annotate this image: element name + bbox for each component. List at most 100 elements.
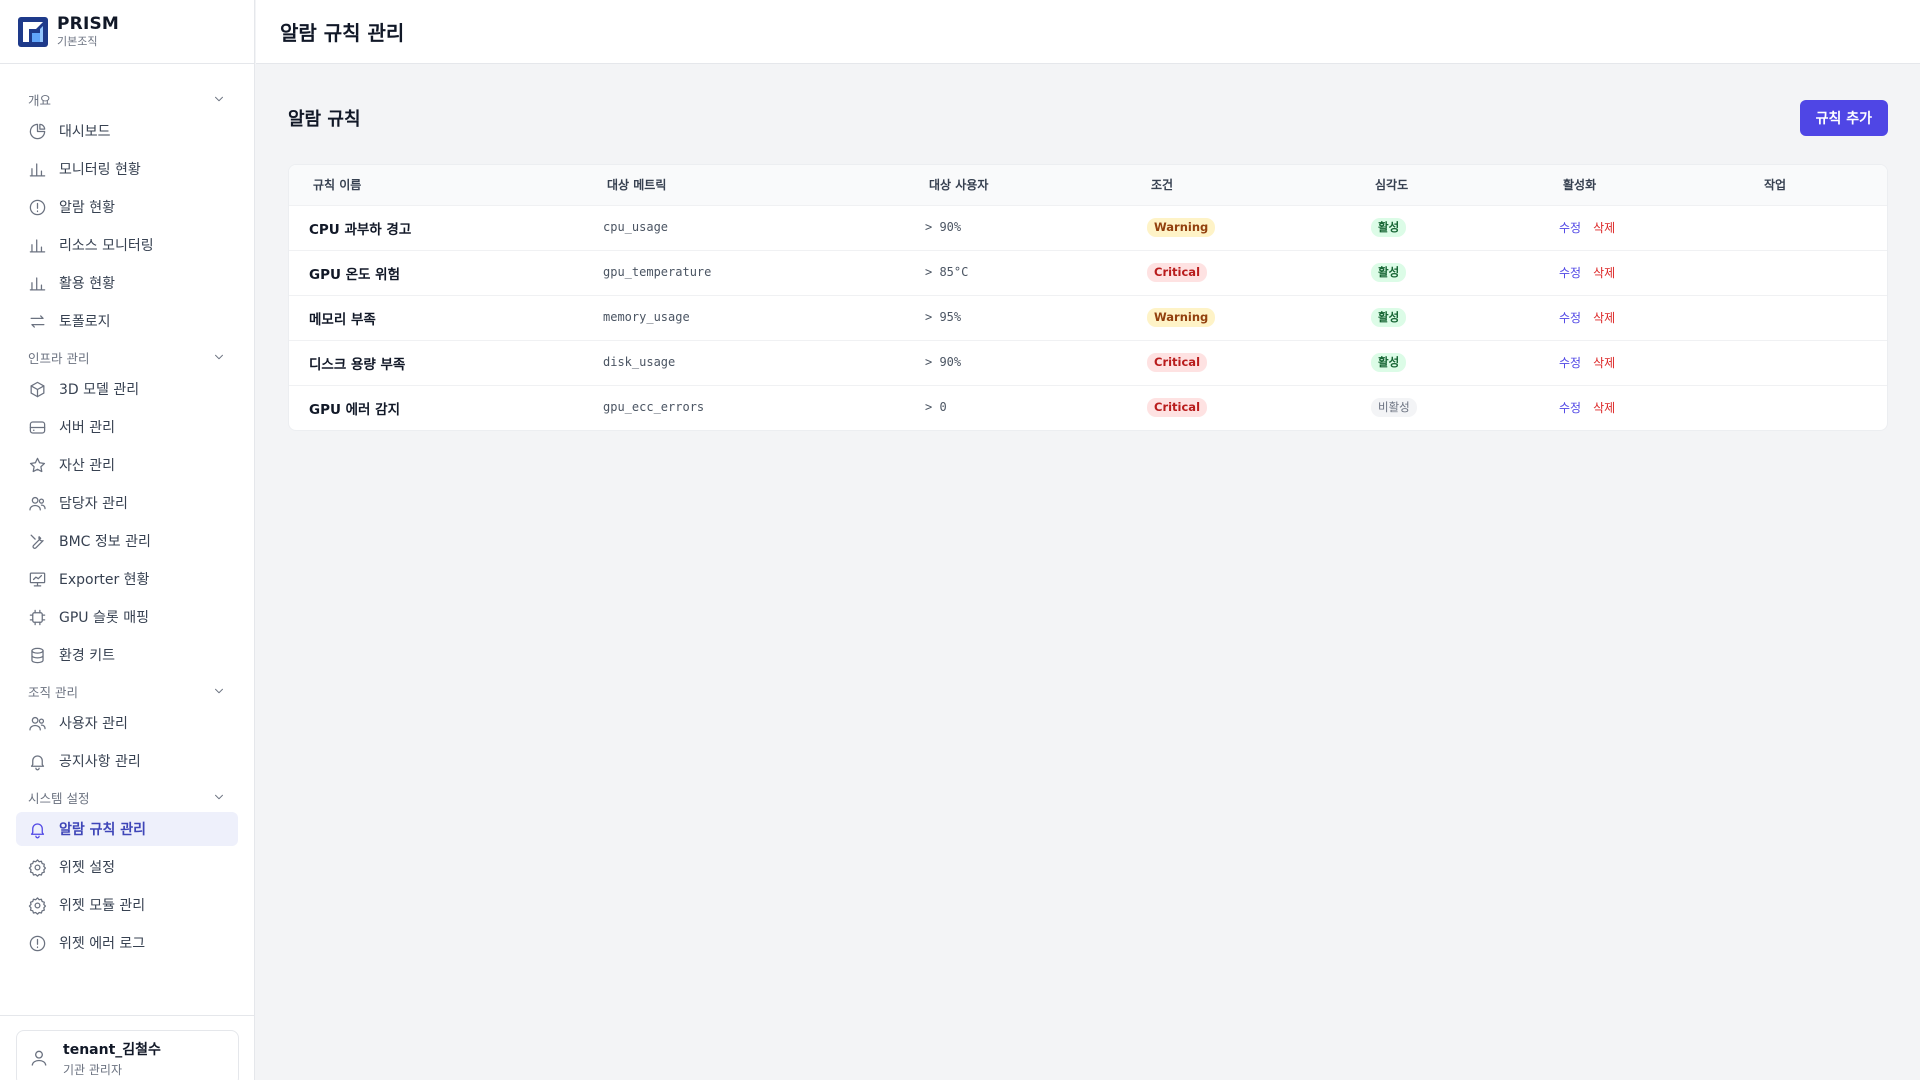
sidebar-item-label: 자산 관리 bbox=[59, 458, 115, 474]
action-cell bbox=[1740, 294, 1887, 340]
sidebar-item[interactable]: GPU 슬롯 매핑 bbox=[16, 600, 238, 634]
table-header: 규칙 이름 대상 메트릭 대상 사용자 조건 심각도 활성화 작업 bbox=[289, 165, 1887, 205]
sidebar-item[interactable]: 알람 현황 bbox=[16, 190, 238, 224]
status-badge[interactable]: 비활성 bbox=[1371, 398, 1417, 418]
column-header: 작업 bbox=[1740, 165, 1887, 205]
user-role: 기관 관리자 bbox=[63, 1062, 123, 1077]
action-cell bbox=[1740, 384, 1887, 430]
rule-condition: > 85°C bbox=[925, 265, 969, 279]
sidebar-item[interactable]: 사용자 관리 bbox=[16, 706, 238, 740]
table-row[interactable]: 디스크 용량 부족 disk_usage > 90% Critical 활성 수… bbox=[289, 339, 1887, 385]
sidebar-item[interactable]: 서버 관리 bbox=[16, 410, 238, 444]
sidebar-item[interactable]: 위젯 에러 로그 bbox=[16, 926, 238, 960]
sidebar-item-label: 환경 키트 bbox=[59, 648, 115, 664]
sidebar-item[interactable]: 활용 현황 bbox=[16, 266, 238, 300]
bar-chart-icon bbox=[29, 276, 46, 290]
nav-section-header[interactable]: 조직 관리 bbox=[0, 676, 254, 706]
action-cell bbox=[1740, 249, 1887, 295]
sidebar-item[interactable]: 위젯 설정 bbox=[16, 850, 238, 884]
users-icon bbox=[29, 496, 46, 510]
sidebar-item-label: 대시보드 bbox=[59, 124, 111, 140]
users-icon bbox=[29, 716, 46, 730]
sidebar-item-label: 모니터링 현황 bbox=[59, 162, 141, 178]
sidebar-item[interactable]: 대시보드 bbox=[16, 114, 238, 148]
sidebar-item[interactable]: BMC 정보 관리 bbox=[16, 524, 238, 558]
arrows-icon bbox=[30, 314, 45, 328]
user-card[interactable]: tenant_김철수 기관 관리자 bbox=[16, 1030, 239, 1080]
sidebar-item-label: 활용 현황 bbox=[59, 276, 115, 292]
severity-badge: Critical bbox=[1147, 263, 1208, 282]
status-badge[interactable]: 활성 bbox=[1371, 308, 1407, 327]
sidebar-item-label: 알람 현황 bbox=[59, 200, 115, 216]
add-rule-button[interactable]: 규칙 추가 bbox=[1799, 100, 1888, 136]
gear-icon bbox=[28, 858, 47, 877]
edit-link[interactable]: 수정 bbox=[1559, 356, 1581, 370]
page-title: 알람 규칙 관리 bbox=[280, 21, 405, 45]
column-header: 규칙 이름 bbox=[289, 165, 583, 205]
sidebar-item-label: 리소스 모니터링 bbox=[59, 238, 154, 254]
rule-condition: > 0 bbox=[925, 400, 947, 415]
sidebar-item-label: 위젯 에러 로그 bbox=[59, 936, 146, 952]
table-row[interactable]: CPU 과부하 경고 cpu_usage > 90% Warning 활성 수정… bbox=[289, 204, 1887, 250]
brand-org: 기본조직 bbox=[57, 34, 98, 48]
rule-name: 디스크 용량 부족 bbox=[309, 356, 406, 373]
sidebar-item-label: 3D 모델 관리 bbox=[59, 382, 140, 398]
tools-icon bbox=[30, 534, 44, 549]
delete-link[interactable]: 삭제 bbox=[1593, 356, 1615, 370]
table-row[interactable]: GPU 온도 위험 gpu_temperature > 85°C Critica… bbox=[289, 249, 1887, 295]
nav-section-title: 조직 관리 bbox=[28, 684, 78, 700]
sidebar-item[interactable]: 알람 규칙 관리 bbox=[16, 812, 238, 846]
table-row[interactable]: 메모리 부족 memory_usage > 95% Warning 활성 수정 삭… bbox=[289, 294, 1887, 340]
chevron-down-icon bbox=[215, 688, 223, 694]
nav-section-header[interactable]: 인프라 관리 bbox=[0, 342, 254, 372]
severity-badge: Critical bbox=[1147, 353, 1208, 372]
severity-badge: Warning bbox=[1147, 308, 1216, 327]
rule-name: 메모리 부족 bbox=[309, 311, 376, 328]
delete-link[interactable]: 삭제 bbox=[1593, 221, 1615, 235]
nav-section-title: 시스템 설정 bbox=[28, 790, 90, 806]
edit-link[interactable]: 수정 bbox=[1559, 221, 1581, 235]
chevron-down-icon bbox=[215, 354, 223, 360]
column-header: 활성화 bbox=[1539, 165, 1740, 205]
delete-link[interactable]: 삭제 bbox=[1593, 311, 1615, 325]
sidebar-item-label: BMC 정보 관리 bbox=[59, 534, 151, 550]
column-header: 대상 사용자 bbox=[905, 165, 1127, 205]
presentation-icon bbox=[29, 572, 46, 586]
status-badge[interactable]: 활성 bbox=[1371, 263, 1407, 282]
sidebar-item[interactable]: 공지사항 관리 bbox=[16, 744, 238, 778]
delete-link[interactable]: 삭제 bbox=[1593, 266, 1615, 280]
table-body: CPU 과부하 경고 cpu_usage > 90% Warning 활성 수정… bbox=[289, 204, 1887, 430]
rule-name: CPU 과부하 경고 bbox=[309, 221, 412, 238]
status-badge[interactable]: 활성 bbox=[1371, 218, 1407, 237]
sidebar-item[interactable]: 3D 모델 관리 bbox=[16, 372, 238, 406]
edit-link[interactable]: 수정 bbox=[1559, 311, 1581, 325]
sidebar: PRISM 기본조직 개요 대시보드 모니터링 현황 알람 현황 리소스 모니터… bbox=[0, 0, 255, 1080]
delete-link[interactable]: 삭제 bbox=[1593, 401, 1615, 415]
nav-section-header[interactable]: 개요 bbox=[0, 84, 254, 114]
status-badge[interactable]: 활성 bbox=[1371, 353, 1407, 372]
sidebar-item[interactable]: 자산 관리 bbox=[16, 448, 238, 482]
sidebar-item[interactable]: 리소스 모니터링 bbox=[16, 228, 238, 262]
table-row[interactable]: GPU 에러 감지 gpu_ecc_errors > 0 Critical 비활… bbox=[289, 384, 1887, 430]
rule-condition: > 95% bbox=[925, 310, 962, 324]
sidebar-item[interactable]: 토폴로지 bbox=[16, 304, 238, 338]
nav-section-header[interactable]: 시스템 설정 bbox=[0, 782, 254, 812]
edit-link[interactable]: 수정 bbox=[1559, 401, 1581, 415]
sidebar-item[interactable]: 모니터링 현황 bbox=[16, 152, 238, 186]
action-cell bbox=[1740, 204, 1887, 250]
sidebar-item[interactable]: 환경 키트 bbox=[16, 638, 238, 672]
sidebar-item[interactable]: 위젯 모듈 관리 bbox=[16, 888, 238, 922]
metric-name: gpu_ecc_errors bbox=[603, 400, 705, 415]
chevron-down-icon bbox=[215, 794, 223, 800]
edit-link[interactable]: 수정 bbox=[1559, 266, 1581, 280]
sidebar-item-label: GPU 슬롯 매핑 bbox=[59, 610, 149, 626]
server-icon bbox=[29, 420, 46, 434]
sidebar-item-label: 위젯 모듈 관리 bbox=[59, 898, 146, 914]
column-header: 조건 bbox=[1127, 165, 1351, 205]
sidebar-item[interactable]: Exporter 현황 bbox=[16, 562, 238, 596]
sidebar-item[interactable]: 담당자 관리 bbox=[16, 486, 238, 520]
severity-badge: Critical bbox=[1147, 398, 1208, 418]
metric-name: memory_usage bbox=[603, 310, 690, 324]
alarm-rules-table: 규칙 이름 대상 메트릭 대상 사용자 조건 심각도 활성화 작업 CPU 과부하 경고 c… bbox=[288, 164, 1888, 431]
brand[interactable]: PRISM 기본조직 bbox=[0, 0, 254, 64]
